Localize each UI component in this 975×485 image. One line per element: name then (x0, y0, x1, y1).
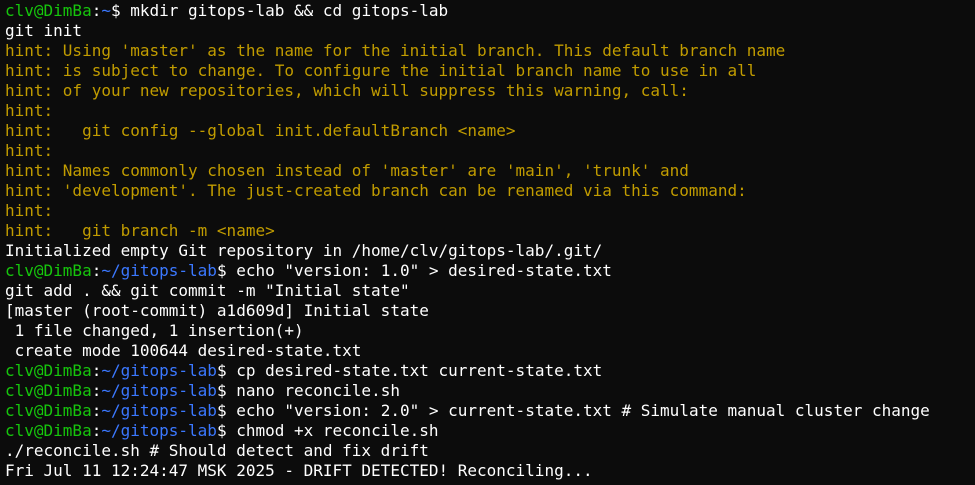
output-line: Fri Jul 11 12:24:47 MSK 2025 - DRIFT DET… (5, 461, 975, 481)
prompt-separator: : (91, 421, 102, 440)
output-line: Initialized empty Git repository in /hom… (5, 241, 975, 261)
prompt-dollar: $ (216, 421, 237, 440)
terminal-window[interactable]: clv@DimBa:~$ mkdir gitops-lab && cd gito… (0, 0, 975, 485)
output-text: 1 file changed, 1 insertion(+) (5, 321, 304, 340)
output-text: Initialized empty Git repository in /hom… (5, 241, 603, 260)
hint-line: hint: (5, 141, 975, 161)
hint-text: hint: of your new repositories, which wi… (5, 81, 689, 100)
prompt-path: ~/gitops-lab (101, 381, 217, 400)
hint-line: hint: git branch -m <name> (5, 221, 975, 241)
output-line: git add . && git commit -m "Initial stat… (5, 281, 975, 301)
prompt-line: clv@DimBa:~/gitops-lab$ nano reconcile.s… (5, 381, 975, 401)
prompt-user-host: clv@DimBa (5, 421, 92, 440)
prompt-line: clv@DimBa:~$ mkdir gitops-lab && cd gito… (5, 1, 975, 21)
prompt-path: ~/gitops-lab (101, 261, 217, 280)
hint-line: hint: Using 'master' as the name for the… (5, 41, 975, 61)
output-text: git init (5, 21, 83, 40)
output-text: git add . && git commit -m "Initial stat… (5, 281, 410, 300)
prompt-path: ~ (101, 1, 111, 20)
output-line: create mode 100644 desired-state.txt (5, 341, 975, 361)
command-text: echo "version: 1.0" > desired-state.txt (236, 261, 612, 280)
prompt-line: clv@DimBa:~/gitops-lab$ chmod +x reconci… (5, 421, 975, 441)
output-line: 1 file changed, 1 insertion(+) (5, 321, 975, 341)
command-text: echo "version: 2.0" > current-state.txt … (236, 401, 930, 420)
hint-line: hint: 'development'. The just-created br… (5, 181, 975, 201)
prompt-path: ~/gitops-lab (101, 361, 217, 380)
prompt-path: ~/gitops-lab (101, 401, 217, 420)
prompt-separator: : (91, 401, 102, 420)
hint-line: hint: (5, 101, 975, 121)
prompt-separator: : (91, 361, 102, 380)
hint-line: hint: (5, 201, 975, 221)
output-line: [master (root-commit) a1d609d] Initial s… (5, 301, 975, 321)
output-line: git init (5, 21, 975, 41)
prompt-path: ~/gitops-lab (101, 421, 217, 440)
hint-text: hint: Using 'master' as the name for the… (5, 41, 786, 60)
command-text: nano reconcile.sh (236, 381, 400, 400)
prompt-user-host: clv@DimBa (5, 1, 92, 20)
prompt-separator: : (91, 381, 102, 400)
command-text: chmod +x reconcile.sh (236, 421, 439, 440)
hint-line: hint: of your new repositories, which wi… (5, 81, 975, 101)
prompt-separator: : (91, 1, 102, 20)
hint-text: hint: git config --global init.defaultBr… (5, 121, 516, 140)
prompt-line: clv@DimBa:~/gitops-lab$ echo "version: 2… (5, 401, 975, 421)
prompt-user-host: clv@DimBa (5, 361, 92, 380)
prompt-dollar: $ (216, 401, 237, 420)
output-line: ./reconcile.sh # Should detect and fix d… (5, 441, 975, 461)
hint-text: hint: is subject to change. To configure… (5, 61, 757, 80)
prompt-line: clv@DimBa:~/gitops-lab$ echo "version: 1… (5, 261, 975, 281)
hint-text: hint: (5, 101, 54, 120)
command-text: cp desired-state.txt current-state.txt (236, 361, 603, 380)
prompt-dollar: $ (216, 361, 237, 380)
prompt-dollar: $ (110, 1, 131, 20)
hint-text: hint: (5, 201, 54, 220)
hint-line: hint: is subject to change. To configure… (5, 61, 975, 81)
hint-text: hint: git branch -m <name> (5, 221, 275, 240)
prompt-line: clv@DimBa:~/gitops-lab$ cp desired-state… (5, 361, 975, 381)
prompt-dollar: $ (216, 381, 237, 400)
hint-line: hint: git config --global init.defaultBr… (5, 121, 975, 141)
command-text: mkdir gitops-lab && cd gitops-lab (130, 1, 449, 20)
hint-text: hint: 'development'. The just-created br… (5, 181, 747, 200)
output-text: [master (root-commit) a1d609d] Initial s… (5, 301, 429, 320)
prompt-user-host: clv@DimBa (5, 261, 92, 280)
prompt-dollar: $ (216, 261, 237, 280)
output-text: ./reconcile.sh # Should detect and fix d… (5, 441, 429, 460)
hint-line: hint: Names commonly chosen instead of '… (5, 161, 975, 181)
hint-text: hint: Names commonly chosen instead of '… (5, 161, 689, 180)
terminal-output: clv@DimBa:~$ mkdir gitops-lab && cd gito… (5, 1, 975, 481)
prompt-user-host: clv@DimBa (5, 401, 92, 420)
prompt-separator: : (91, 261, 102, 280)
prompt-user-host: clv@DimBa (5, 381, 92, 400)
output-text: Fri Jul 11 12:24:47 MSK 2025 - DRIFT DET… (5, 461, 593, 480)
output-text: create mode 100644 desired-state.txt (5, 341, 362, 360)
hint-text: hint: (5, 141, 54, 160)
